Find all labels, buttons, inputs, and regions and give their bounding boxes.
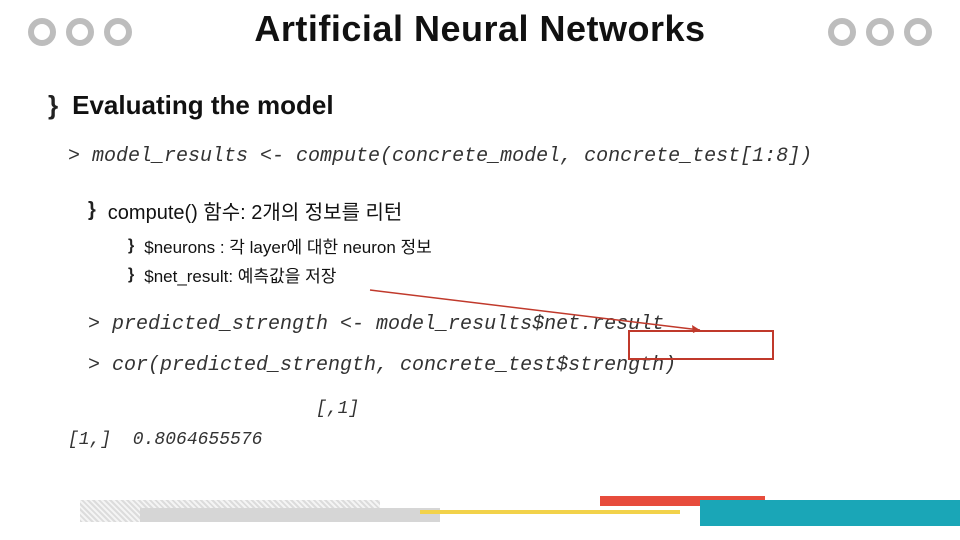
brace-bullet-icon: } [128,266,134,284]
bullet-text: $net_result: 예측값을 저장 [144,262,336,287]
sub-heading-row: } compute() 함수: 2개의 정보를 리턴 [88,196,912,225]
content-area: } Evaluating the model > model_results <… [48,90,912,450]
code-block: > predicted_strength <- model_results$ne… [68,313,912,450]
brace-bullet-icon: } [48,90,58,121]
code-cor: > cor(predicted_strength, concrete_test$… [88,354,912,377]
bullet-row: } $net_result: 예측값을 저장 [128,262,912,287]
code-compute: > model_results <- compute(concrete_mode… [68,145,912,168]
section-heading: Evaluating the model [72,90,334,121]
code-predicted: > predicted_strength <- model_results$ne… [88,313,912,336]
brace-bullet-icon: } [128,237,134,255]
footer-decor [80,496,960,526]
footer-bar [140,508,440,522]
result-header: [,1] [208,395,912,424]
footer-bar [700,500,960,526]
footer-bar [420,510,680,514]
brace-bullet-icon: } [88,199,96,222]
slide-title: Artificial Neural Networks [0,8,960,50]
section-heading-row: } Evaluating the model [48,90,912,121]
bullet-text: $neurons : 각 layer에 대한 neuron 정보 [144,233,432,258]
slide: Artificial Neural Networks } Evaluating … [0,0,960,540]
sub-heading: compute() 함수: 2개의 정보를 리턴 [108,196,403,225]
result-row: [1,] 0.8064655576 [68,430,912,450]
bullet-row: } $neurons : 각 layer에 대한 neuron 정보 [128,233,912,258]
